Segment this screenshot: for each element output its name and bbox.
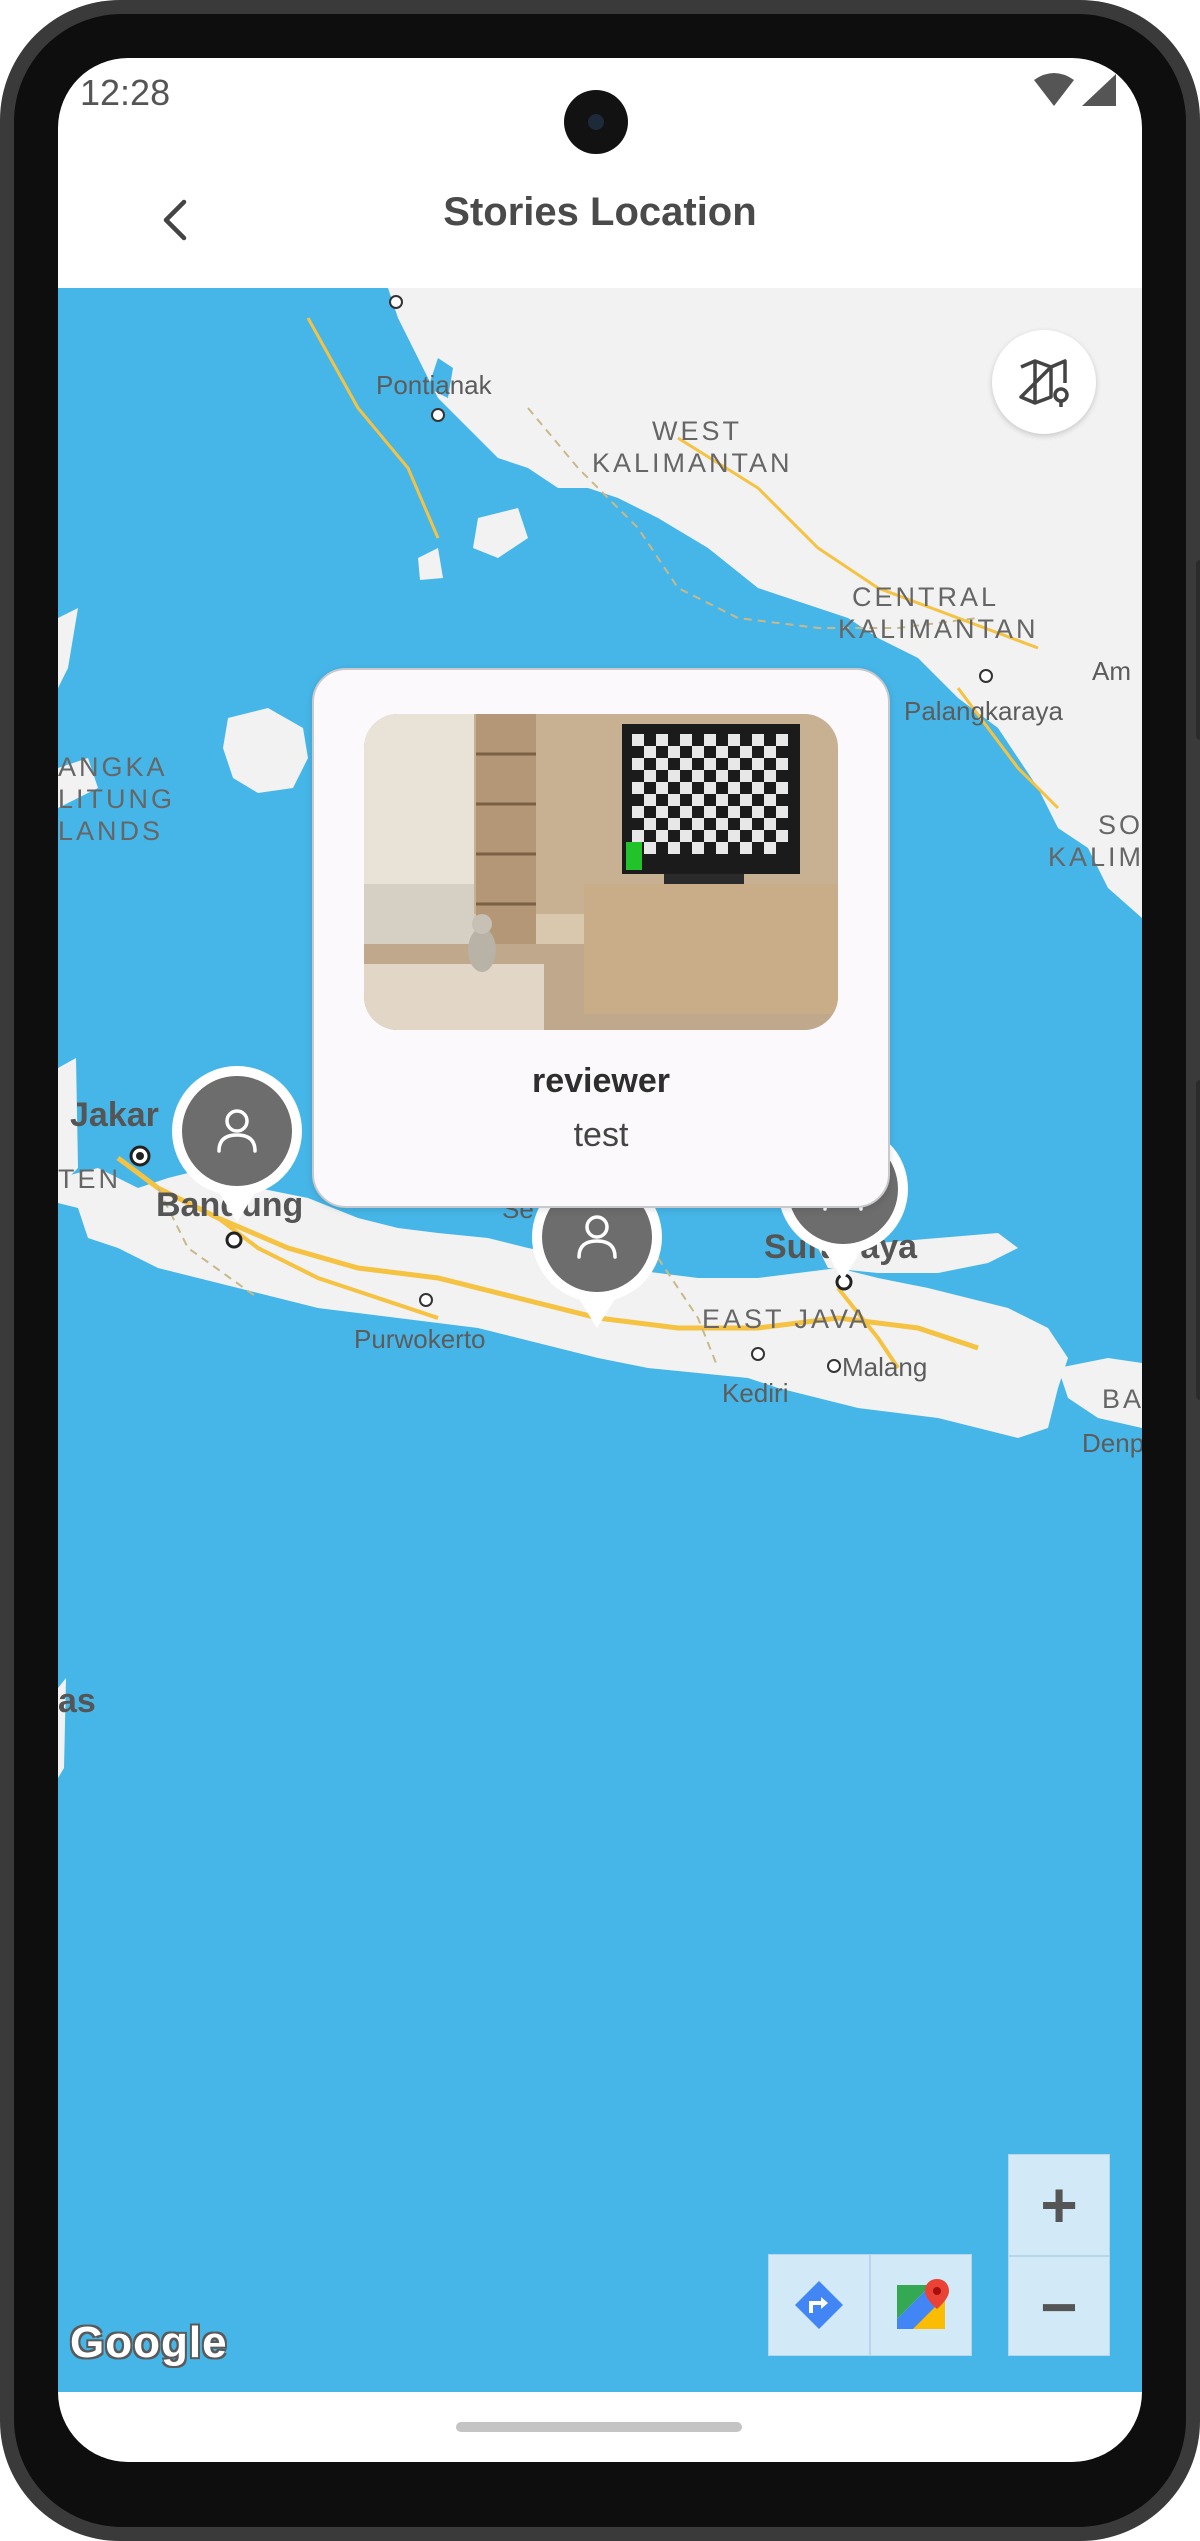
map-label-jakarta: Jakar <box>70 1096 159 1134</box>
story-info-window[interactable]: reviewer test <box>312 668 890 1208</box>
status-icons <box>1032 70 1122 114</box>
status-time: 12:28 <box>80 72 171 113</box>
map-label-west-kalimantan-1: WEST <box>652 416 742 446</box>
map-toolbar <box>768 2254 972 2356</box>
volume-button <box>1196 560 1200 740</box>
person-icon <box>577 1215 617 1259</box>
directions-button[interactable] <box>769 2255 869 2355</box>
front-camera <box>564 90 628 154</box>
map-label-bali: BA <box>1102 1384 1142 1414</box>
zoom-in-button[interactable]: + <box>1009 2155 1109 2255</box>
map-type-button[interactable] <box>992 330 1096 434</box>
story-description: test <box>573 1116 629 1154</box>
map-label-as: as <box>58 1682 96 1720</box>
marker-tip <box>576 1294 618 1328</box>
story-photo <box>364 714 838 1030</box>
map-label-denpasar: Denp <box>1082 1428 1142 1458</box>
signal-icon <box>1082 74 1116 106</box>
zoom-controls: + − <box>1008 2154 1110 2356</box>
map-label-purwokerto: Purwokerto <box>354 1324 486 1354</box>
map-label-south-kal-2: KALIM <box>1048 842 1142 872</box>
map-label-central-kalimantan-1: CENTRAL <box>852 582 1000 612</box>
map-label-bangka-2: LITUNG <box>58 784 176 814</box>
open-in-maps-button[interactable] <box>869 2255 971 2355</box>
screen: 12:28 Stories Location Pontianak WEST KA… <box>58 58 1142 2462</box>
story-author: reviewer <box>532 1062 670 1100</box>
phone-frame: 12:28 Stories Location Pontianak WEST KA… <box>0 0 1200 2541</box>
map-view[interactable]: Pontianak WEST KALIMANTAN CENTRAL KALIMA… <box>58 288 1142 2392</box>
gesture-nav-bar[interactable] <box>456 2422 742 2432</box>
power-button <box>1196 1080 1200 1400</box>
person-icon <box>217 1109 257 1153</box>
app-bar: Stories Location <box>58 154 1142 288</box>
map-pin-icon <box>1019 359 1069 407</box>
map-label-south-kal-1: SO <box>1098 810 1142 840</box>
google-logo: Google <box>70 2318 228 2367</box>
map-label-east-java: EAST JAVA <box>702 1304 871 1334</box>
story-marker[interactable] <box>172 1066 302 1236</box>
map-label-am: Am <box>1092 656 1131 686</box>
marker-disc <box>182 1076 292 1186</box>
map-label-banten: TEN <box>58 1164 121 1194</box>
map-label-pontianak: Pontianak <box>376 370 492 400</box>
directions-icon <box>795 2281 843 2329</box>
page-title: Stories Location <box>443 190 757 234</box>
zoom-out-button[interactable]: − <box>1009 2255 1109 2357</box>
map-label-central-kalimantan-2: KALIMANTAN <box>838 614 1039 644</box>
wifi-icon <box>1034 73 1074 106</box>
map-label-malang: Malang <box>842 1352 928 1382</box>
map-label-palangkaraya: Palangkaraya <box>904 696 1063 726</box>
marker-tip <box>822 1246 864 1280</box>
marker-tip <box>216 1188 258 1222</box>
map-label-bangka-1: ANGKA <box>58 752 168 782</box>
google-maps-icon <box>897 2279 949 2329</box>
map-label-west-kalimantan-2: KALIMANTAN <box>592 448 793 478</box>
map-label-bangka-3: LANDS <box>58 816 164 846</box>
map-label-kediri: Kediri <box>722 1378 789 1408</box>
